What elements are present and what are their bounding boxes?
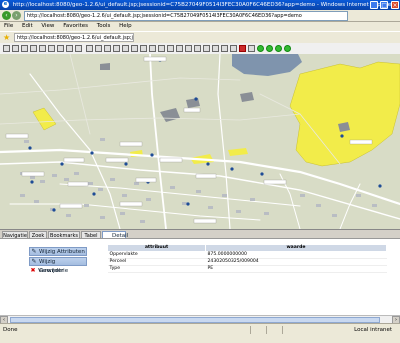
- attribute-value: PE: [205, 265, 387, 273]
- merge-icon[interactable]: [185, 45, 192, 52]
- edit-attributes-label: Wijzig Attributen: [39, 249, 85, 255]
- window-title-bar: e http://localhost:8080/geo-1.2.6/ui_def…: [0, 0, 400, 10]
- buffer-icon[interactable]: [203, 45, 210, 52]
- status-segment: [266, 326, 281, 334]
- search-icon[interactable]: [122, 45, 129, 52]
- step-icon[interactable]: [266, 45, 273, 52]
- map-point: [124, 162, 128, 166]
- play-icon[interactable]: [257, 45, 264, 52]
- detail-actions: ✎ Wijzig Attributen ✎ Wijzig Geometrie ✖…: [29, 247, 87, 277]
- header-attribuut: attribuut: [107, 244, 206, 252]
- geometry-icon: ✎: [31, 258, 37, 265]
- edit-icon: ✎: [31, 248, 37, 255]
- delete-button[interactable]: ✖ Verwijder: [29, 267, 87, 276]
- save-icon[interactable]: [221, 45, 228, 52]
- map-point: [90, 151, 94, 155]
- browser-tab[interactable]: http://localhost:8080/geo-1.2.6/ui_defau…: [14, 33, 134, 42]
- layers-icon[interactable]: [95, 45, 102, 52]
- table-row: Perceel 24302050325/009004: [107, 258, 387, 266]
- full-extent-icon[interactable]: [30, 45, 37, 52]
- menu-tools[interactable]: Tools: [97, 23, 111, 29]
- identify-icon[interactable]: [39, 45, 46, 52]
- status-segment: [250, 326, 265, 334]
- edit-geometry-button[interactable]: ✎ Wijzig Geometrie: [29, 257, 87, 274]
- table-row: Oppervlakte 875.0000000000: [107, 251, 387, 259]
- attribute-value: 875.0000000000: [205, 251, 387, 259]
- attribute-table: attribuut waarde Oppervlakte 875.0000000…: [107, 244, 387, 273]
- draw-polygon-icon[interactable]: [149, 45, 156, 52]
- attribute-name: Oppervlakte: [107, 251, 206, 259]
- delete-icon[interactable]: [239, 45, 246, 52]
- draw-point-icon[interactable]: [131, 45, 138, 52]
- address-bar: ‹ › http://localhost:8080/geo-1.2.6/ui_d…: [0, 10, 400, 22]
- menu-edit[interactable]: Edit: [22, 23, 33, 29]
- map-point: [260, 172, 264, 176]
- security-zone: Local intranet: [354, 327, 392, 333]
- menu-view[interactable]: View: [41, 23, 54, 29]
- building: [100, 63, 110, 70]
- draw-line-icon[interactable]: [140, 45, 147, 52]
- map-point: [92, 192, 96, 196]
- map-canvas[interactable]: [0, 54, 400, 229]
- attributes-icon[interactable]: [248, 45, 255, 52]
- map-point: [206, 162, 210, 166]
- map-point: [194, 97, 198, 101]
- detail-panel: ✎ Wijzig Attributen ✎ Wijzig Geometrie ✖…: [0, 238, 400, 316]
- refresh-icon[interactable]: [104, 45, 111, 52]
- select-icon[interactable]: [57, 45, 64, 52]
- map-point: [186, 202, 190, 206]
- favorites-star-icon[interactable]: ★: [3, 33, 10, 42]
- map-point: [150, 153, 154, 157]
- back-button[interactable]: ‹: [2, 11, 11, 20]
- minimize-button[interactable]: _: [369, 1, 378, 9]
- status-text: Done: [3, 327, 18, 333]
- snap-icon[interactable]: [194, 45, 201, 52]
- attribute-table-header: attribuut waarde: [107, 244, 387, 252]
- delete-icon: ✖: [30, 267, 36, 274]
- zoom-in-icon[interactable]: [3, 45, 10, 52]
- menu-help[interactable]: Help: [119, 23, 132, 29]
- header-waarde: waarde: [205, 244, 387, 252]
- undo-icon[interactable]: [230, 45, 237, 52]
- map-point: [340, 134, 344, 138]
- move-icon[interactable]: [167, 45, 174, 52]
- measure-icon[interactable]: [48, 45, 55, 52]
- url-input[interactable]: http://localhost:8080/geo-1.2.6/ui_defau…: [24, 11, 348, 21]
- menu-bar: File Edit View Favorites Tools Help: [0, 22, 400, 31]
- split-icon[interactable]: [176, 45, 183, 52]
- menu-favorites[interactable]: Favorites: [63, 23, 88, 29]
- ie-logo-icon: e: [2, 1, 9, 8]
- pan-icon[interactable]: [21, 45, 28, 52]
- table-row: Type PE: [107, 265, 387, 273]
- edit-attributes-button[interactable]: ✎ Wijzig Attributen: [29, 247, 87, 256]
- link-icon[interactable]: [212, 45, 219, 52]
- delete-label: Verwijder: [38, 268, 64, 274]
- map-point: [230, 167, 234, 171]
- maximize-button[interactable]: □: [380, 1, 389, 9]
- menu-file[interactable]: File: [4, 23, 13, 29]
- edit-vertex-icon[interactable]: [158, 45, 165, 52]
- window-controls: _ □ ×: [369, 1, 399, 10]
- close-button[interactable]: ×: [391, 1, 399, 9]
- attribute-value: 24302050325/009004: [205, 258, 387, 266]
- export-icon[interactable]: [284, 45, 291, 52]
- next-extent-icon[interactable]: [75, 45, 82, 52]
- map-point: [378, 184, 382, 188]
- info-icon[interactable]: [113, 45, 120, 52]
- map-view[interactable]: [0, 54, 400, 229]
- forward-icon[interactable]: [275, 45, 282, 52]
- map-point: [30, 180, 34, 184]
- print-icon[interactable]: [86, 45, 93, 52]
- attribute-name: Type: [107, 265, 206, 273]
- zoom-out-icon[interactable]: [12, 45, 19, 52]
- attribute-name: Perceel: [107, 258, 206, 266]
- forward-button[interactable]: ›: [12, 11, 21, 20]
- map-point: [60, 162, 64, 166]
- previous-extent-icon[interactable]: [66, 45, 73, 52]
- status-segment: [282, 326, 297, 334]
- status-bar: Done Local intranet: [0, 323, 400, 343]
- map-point: [52, 208, 56, 212]
- window-title: http://localhost:8080/geo-1.2.6/ui_defau…: [12, 2, 394, 8]
- map-point: [28, 146, 32, 150]
